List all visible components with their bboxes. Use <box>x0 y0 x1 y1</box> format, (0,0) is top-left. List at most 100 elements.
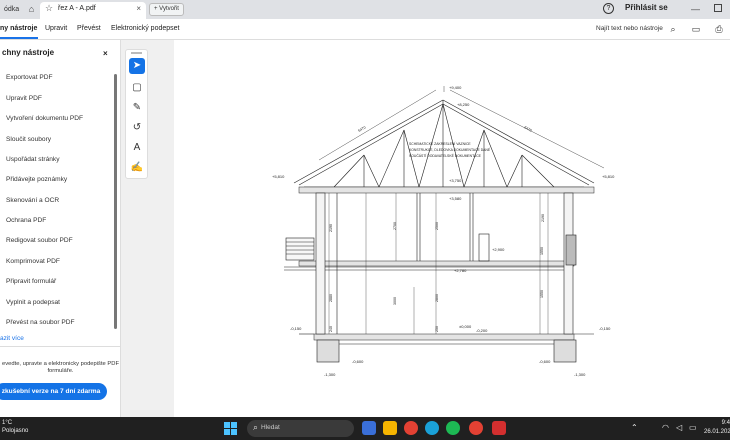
menu-edit[interactable]: Upravit <box>45 25 67 32</box>
tool-prepare-form[interactable]: Připravit formulář <box>6 278 56 285</box>
note-line-2: KONSTRUKCE, DLEDOVKA DOKUMENTACE DANÉ <box>409 147 491 152</box>
tool-convert-to-pdf[interactable]: Převést na soubor PDF <box>6 319 75 326</box>
panel-scrollbar[interactable] <box>114 74 117 329</box>
menu-all-tools[interactable]: ny nástroje <box>0 25 37 32</box>
drag-handle[interactable] <box>131 52 142 54</box>
new-tab-label: Vytvořit <box>159 6 179 12</box>
menu-bar: ny nástroje Upravit Převést Elektronický… <box>0 19 730 40</box>
level-label: -0,600 <box>352 359 364 364</box>
drawing-note: SCHEMATICKÉ ZAKRESLENÍ VAZNICE KONSTRUKC… <box>409 141 491 158</box>
browser-tab-bar: ódka ⌂ ☆ řez A - A.pdf × + Vytvořit ? Př… <box>0 0 730 19</box>
level-label: -1,300 <box>574 372 586 377</box>
file-explorer-icon[interactable] <box>383 421 397 435</box>
close-tab-icon[interactable]: × <box>136 4 141 13</box>
tool-redact-pdf[interactable]: Redigovat soubor PDF <box>6 237 73 244</box>
level-label: -0,600 <box>539 359 551 364</box>
level-label: -1,300 <box>324 372 336 377</box>
minimize-icon[interactable]: — <box>691 4 700 14</box>
help-icon[interactable]: ? <box>603 3 614 14</box>
tab-active-document[interactable]: ☆ řez A - A.pdf × <box>40 2 146 19</box>
roof <box>293 86 605 191</box>
note-line-1: SCHEMATICKÉ ZAKRESLENÍ VAZNICE <box>409 141 471 146</box>
dim-label: 2500 <box>435 222 439 230</box>
dim-label: 6470 <box>358 125 367 132</box>
acrobat-icon[interactable] <box>492 421 506 435</box>
tab-previous[interactable]: ódka <box>0 2 23 17</box>
battery-icon[interactable]: ▭ <box>689 423 697 432</box>
level-label: -0,200 <box>476 328 488 333</box>
print-icon[interactable]: ⎙ <box>713 23 725 35</box>
save-icon[interactable]: ▭ <box>690 23 702 35</box>
dim-label: 2190 <box>329 224 333 232</box>
chrome-icon[interactable] <box>404 421 418 435</box>
dim-label: 1550 <box>540 247 544 255</box>
tool-fill-sign[interactable]: Vyplnit a podepsat <box>6 299 60 306</box>
weather-widget[interactable]: 1°C Polojasno <box>2 419 28 435</box>
document-area: SCHEMATICKÉ ZAKRESLENÍ VAZNICE KONSTRUKC… <box>121 40 730 417</box>
tool-create-pdf[interactable]: Vytvoření dokumentu PDF <box>6 115 83 122</box>
panel-title: chny nástroje <box>2 48 55 57</box>
new-tab-button[interactable]: + Vytvořit <box>149 3 184 16</box>
level-label: +2,900 <box>492 247 505 252</box>
find-text-input[interactable]: Najít text nebo nástroje <box>596 25 663 32</box>
tool-merge-files[interactable]: Sloučit soubory <box>6 136 51 143</box>
level-label: -0,150 <box>599 326 611 331</box>
level-label: +5,810 <box>272 174 285 179</box>
select-cursor-icon[interactable]: ➤ <box>129 58 145 74</box>
volume-icon[interactable]: ◁ <box>676 423 682 432</box>
level-label: +3,580 <box>449 196 462 201</box>
tool-organize-pages[interactable]: Uspořádat stránky <box>6 156 60 163</box>
text-box-icon[interactable]: A <box>129 140 145 156</box>
level-label: -0,150 <box>290 326 302 331</box>
star-icon[interactable]: ☆ <box>45 3 53 14</box>
dim-label: 250 <box>435 326 439 332</box>
tool-edit-pdf[interactable]: Upravit PDF <box>6 95 42 102</box>
close-panel-icon[interactable]: × <box>103 49 108 58</box>
pdf-page: SCHEMATICKÉ ZAKRESLENÍ VAZNICE KONSTRUKC… <box>174 40 730 417</box>
panel-divider <box>0 346 121 347</box>
tools-panel: chny nástroje × Exportovat PDF Upravit P… <box>0 40 121 417</box>
menu-convert[interactable]: Převést <box>77 25 101 32</box>
pen-icon[interactable]: ✎ <box>129 100 145 116</box>
windows-start-icon[interactable] <box>224 422 237 435</box>
tool-scan-ocr[interactable]: Skenování a OCR <box>6 197 59 204</box>
show-more-link[interactable]: azit více <box>0 335 24 342</box>
search-icon[interactable]: ⌕ <box>667 23 679 35</box>
dim-label: 2700 <box>393 222 397 230</box>
wifi-icon[interactable]: ◠ <box>662 423 669 432</box>
sign-in-button[interactable]: Přihlásit se <box>625 3 668 12</box>
dim-label: 1550 <box>540 290 544 298</box>
dim-label: 240 <box>329 326 333 332</box>
clock-date: 26.01.202 <box>704 429 730 435</box>
widgets-app-icon[interactable] <box>362 421 376 435</box>
system-clock[interactable]: 9:4 26.01.202 <box>704 419 730 437</box>
windows-taskbar: 1°C Polojasno ⌕ Hledat ⌃ ◠ ◁ ▭ 9:4 26.01… <box>0 417 730 440</box>
taskbar-search[interactable]: ⌕ Hledat <box>247 420 354 437</box>
home-icon[interactable]: ⌂ <box>25 3 38 16</box>
dim-label: 2190 <box>541 214 545 222</box>
browser-icon[interactable] <box>469 421 483 435</box>
tool-compress-pdf[interactable]: Komprimovat PDF <box>6 258 60 265</box>
free-trial-button[interactable]: zkušební verze na 7 dní zdarma <box>0 383 107 400</box>
search-placeholder: Hledat <box>261 424 280 431</box>
floor-slabs <box>284 186 595 341</box>
tool-add-comments[interactable]: Přidávejte poznámky <box>6 176 67 183</box>
search-icon: ⌕ <box>253 422 259 432</box>
level-label: +9,400 <box>449 85 462 90</box>
edge-icon[interactable] <box>425 421 439 435</box>
sign-icon[interactable]: ✍ <box>129 160 145 176</box>
maximize-icon[interactable] <box>714 4 722 12</box>
comment-icon[interactable]: ▢ <box>129 80 145 96</box>
tool-export-pdf[interactable]: Exportovat PDF <box>6 74 53 81</box>
section-drawing: SCHEMATICKÉ ZAKRESLENÍ VAZNICE KONSTRUKC… <box>272 85 615 377</box>
tab-title: řez A - A.pdf <box>58 5 96 12</box>
active-menu-underline <box>0 37 38 39</box>
level-label: +8,250 <box>457 102 470 107</box>
weather-temp: 1°C <box>2 420 13 426</box>
tool-protect-pdf[interactable]: Ochrana PDF <box>6 217 46 224</box>
menu-e-sign[interactable]: Elektronický podepset <box>111 25 179 32</box>
tray-chevron-icon[interactable]: ⌃ <box>631 423 638 432</box>
level-label: +3,750 <box>449 178 462 183</box>
spotify-icon[interactable] <box>446 421 460 435</box>
lasso-icon[interactable]: ↺ <box>129 120 145 136</box>
